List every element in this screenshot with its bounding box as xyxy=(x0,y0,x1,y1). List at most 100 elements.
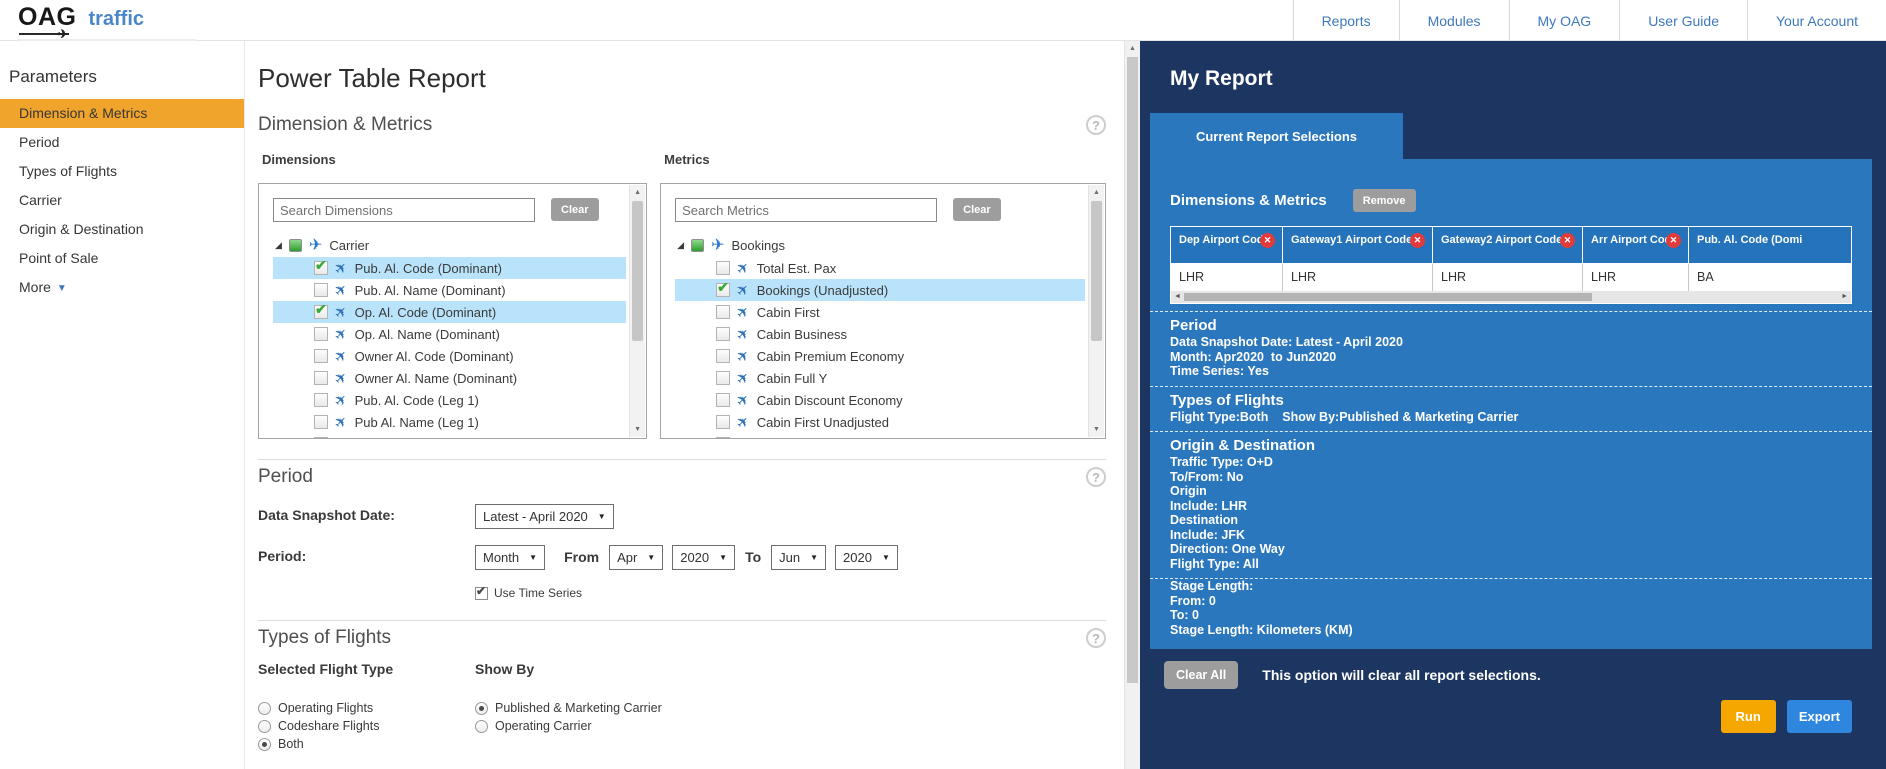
checkbox[interactable]: ✔ xyxy=(716,327,730,341)
sidebar-item[interactable]: Types of Flights▼ xyxy=(0,157,244,186)
root-checkbox[interactable] xyxy=(289,239,302,252)
tree-item[interactable]: ✔ ✈ Pub. Al. Code (Leg 1) xyxy=(273,389,626,411)
top-nav-item[interactable]: My OAG xyxy=(1509,0,1620,41)
checkbox[interactable]: ✔ xyxy=(716,305,730,319)
tree-item[interactable]: ✔ ✈ Cabin Full Y xyxy=(675,367,1085,389)
checkbox[interactable]: ✔ xyxy=(314,415,328,429)
sidebar-item[interactable]: Dimension & Metrics▼ xyxy=(0,99,244,128)
tree-item[interactable]: ✔ ✈ Op. Al. Name (Dominant) xyxy=(273,323,626,345)
tree-item[interactable]: ✔ ✈ Cabin Business xyxy=(675,323,1085,345)
metrics-root-node[interactable]: ◢ ✈ Bookings xyxy=(675,234,1085,257)
export-button[interactable]: Export xyxy=(1787,700,1852,733)
help-icon[interactable]: ? xyxy=(1086,115,1106,135)
granularity-select[interactable]: Month ▼ xyxy=(475,545,545,570)
top-nav-item[interactable]: Reports xyxy=(1293,0,1399,41)
checkbox[interactable]: ✔ xyxy=(716,261,730,275)
radio-option[interactable]: Operating Carrier xyxy=(475,717,1106,735)
run-button[interactable]: Run xyxy=(1721,700,1776,733)
checkbox[interactable]: ✔ xyxy=(716,349,730,363)
checkbox[interactable]: ✔ xyxy=(716,393,730,407)
airplane-icon: ✈ xyxy=(332,368,352,388)
radio-option[interactable]: Both xyxy=(258,735,475,753)
checkbox[interactable]: ✔ xyxy=(716,371,730,385)
top-nav-item[interactable]: Modules xyxy=(1399,0,1509,41)
dimensions-scrollbar[interactable]: ▲ ▼ xyxy=(629,185,645,437)
radio-option[interactable]: Published & Marketing Carrier xyxy=(475,699,1106,717)
tree-item[interactable]: ✔ ✈ Cabin First Unadjusted xyxy=(675,411,1085,433)
tree-item[interactable]: ✔ ✈ Total Est. Pax xyxy=(675,257,1085,279)
metrics-scrollbar[interactable]: ▲ ▼ xyxy=(1088,185,1104,437)
tree-item[interactable]: ✔ ✈ Pub. Al. Code (Dominant) xyxy=(273,257,626,279)
sidebar-item[interactable]: Point of Sale▼ xyxy=(0,244,244,273)
tree-item[interactable]: ✔ ✈ Owner Al. Name (Dominant) xyxy=(273,367,626,389)
tree-item[interactable]: ✔ ✈ Cabin Premium Economy xyxy=(675,345,1085,367)
checkbox[interactable]: ✔ xyxy=(716,283,730,297)
from-year-select[interactable]: 2020 ▼ xyxy=(672,545,735,570)
sidebar-item[interactable]: Period▼ xyxy=(0,128,244,157)
main-scrollbar[interactable]: ▲ xyxy=(1124,41,1140,769)
scroll-right-icon[interactable]: ► xyxy=(1841,291,1848,303)
scroll-down-icon[interactable]: ▼ xyxy=(630,426,645,433)
checkbox[interactable]: ✔ xyxy=(314,305,328,319)
tree-expand-icon[interactable]: ◢ xyxy=(275,240,282,251)
checkbox[interactable]: ✔ xyxy=(314,393,328,407)
sidebar-item[interactable]: Origin & Destination▼ xyxy=(0,215,244,244)
scroll-thumb[interactable] xyxy=(632,201,643,341)
help-icon[interactable]: ? xyxy=(1086,467,1106,487)
clear-metrics-button[interactable]: Clear xyxy=(953,198,1001,221)
scroll-thumb[interactable] xyxy=(1091,201,1102,341)
use-time-series-label: Use Time Series xyxy=(494,586,582,600)
help-icon[interactable]: ? xyxy=(1086,628,1106,648)
tab-current-report-selections[interactable]: Current Report Selections xyxy=(1150,113,1403,159)
tree-item[interactable]: ✔ ✈ Cabin Discount Economy xyxy=(675,389,1085,411)
search-dimensions-input[interactable] xyxy=(273,198,535,222)
radio-option[interactable]: Operating Flights xyxy=(258,699,475,717)
root-checkbox[interactable] xyxy=(691,239,704,252)
remove-column-icon[interactable]: ✕ xyxy=(1560,233,1575,248)
tree-item[interactable]: ✔ ✈ Pub. Al. Name (Dominant) xyxy=(273,279,626,301)
from-month-select[interactable]: Apr ▼ xyxy=(609,545,663,570)
remove-column-icon[interactable]: ✕ xyxy=(1260,233,1275,248)
table-horizontal-scrollbar[interactable]: ◄ ► xyxy=(1170,291,1852,304)
top-nav-item[interactable]: User Guide xyxy=(1619,0,1747,41)
tree-item[interactable]: ✔ ✈ Bookings (Unadjusted) xyxy=(675,279,1085,301)
to-year-select[interactable]: 2020 ▼ xyxy=(835,545,898,570)
tree-item[interactable]: ✔ ✈ Owner Al. Code (Dominant) xyxy=(273,345,626,367)
dimensions-root-node[interactable]: ◢ ✈ Carrier xyxy=(273,234,626,257)
scroll-thumb[interactable] xyxy=(1127,57,1138,683)
clear-all-button[interactable]: Clear All xyxy=(1164,661,1238,689)
show-by-options: Published & Marketing Carrier Operating … xyxy=(475,699,1106,735)
tree-item[interactable]: ✔ ✈ Cabin First xyxy=(675,301,1085,323)
tree-expand-icon[interactable]: ◢ xyxy=(677,240,684,251)
checkbox[interactable]: ✔ xyxy=(314,371,328,385)
scroll-left-icon[interactable]: ◄ xyxy=(1174,291,1181,303)
scroll-up-icon[interactable]: ▲ xyxy=(1089,189,1104,196)
sidebar-item[interactable]: More▼ xyxy=(0,273,244,302)
scroll-thumb[interactable] xyxy=(1184,293,1592,301)
panel-origin-destination-heading: Origin & Destination xyxy=(1170,437,1852,455)
sidebar-item[interactable]: Carrier▼ xyxy=(0,186,244,215)
checkbox[interactable]: ✔ xyxy=(716,415,730,429)
scroll-up-icon[interactable]: ▲ xyxy=(630,189,645,196)
clear-dimensions-button[interactable]: Clear xyxy=(551,198,599,221)
remove-column-icon[interactable]: ✕ xyxy=(1410,233,1425,248)
tree-item[interactable]: ✔ ✈ Pub Al. Name (Leg 1) xyxy=(273,411,626,433)
airplane-icon: ✈ xyxy=(309,238,322,254)
to-month-select[interactable]: Jun ▼ xyxy=(771,545,826,570)
top-nav-item[interactable]: Your Account xyxy=(1747,0,1886,41)
scroll-up-icon[interactable]: ▲ xyxy=(1125,45,1140,52)
radio-icon xyxy=(258,720,271,733)
checkbox[interactable]: ✔ xyxy=(314,283,328,297)
snapshot-date-select[interactable]: Latest - April 2020 ▼ xyxy=(475,504,614,529)
tree-item[interactable]: ✔ ✈ Op. Al. Code (Dominant) xyxy=(273,301,626,323)
scroll-down-icon[interactable]: ▼ xyxy=(1089,426,1104,433)
use-time-series-checkbox[interactable]: ✔ xyxy=(475,587,488,600)
checkbox[interactable]: ✔ xyxy=(314,349,328,363)
search-metrics-input[interactable] xyxy=(675,198,937,222)
checkbox[interactable]: ✔ xyxy=(314,327,328,341)
remove-column-icon[interactable]: ✕ xyxy=(1666,233,1681,248)
checkbox[interactable]: ✔ xyxy=(314,261,328,275)
remove-button[interactable]: Remove xyxy=(1353,189,1416,212)
radio-option[interactable]: Codeshare Flights xyxy=(258,717,475,735)
metrics-listbox: Clear ◢ ✈ Bookings ✔ ✈ Total Est. Pax ✔ … xyxy=(660,183,1106,439)
